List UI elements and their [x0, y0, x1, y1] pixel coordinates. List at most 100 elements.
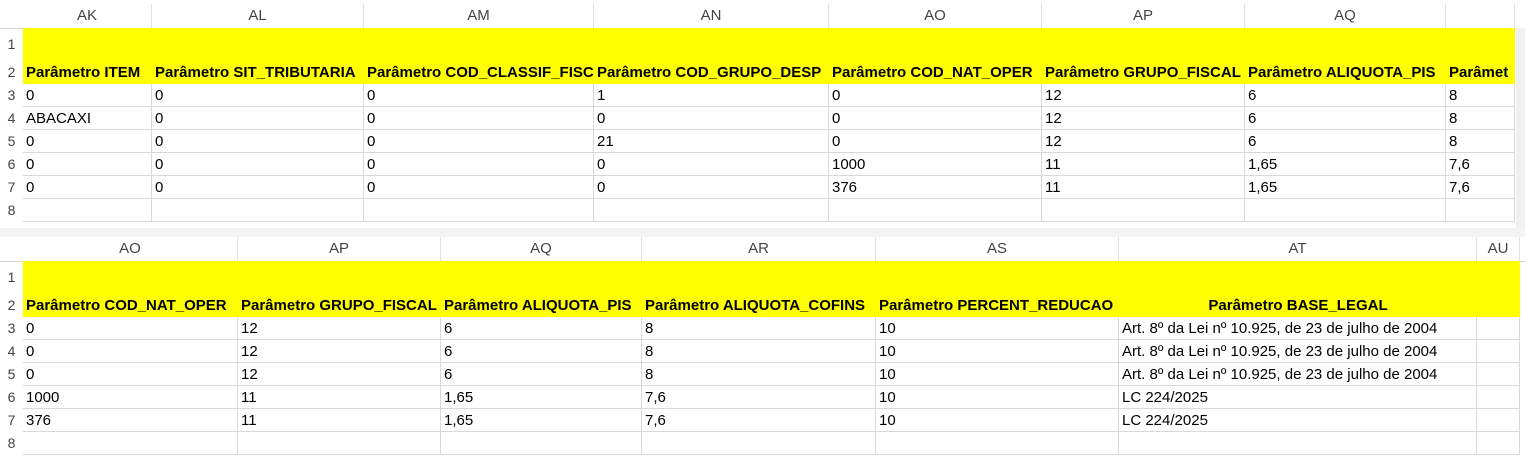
table-cell[interactable]: 12 [238, 317, 441, 340]
row-number-8[interactable]: 8 [0, 432, 23, 455]
table-cell[interactable] [23, 432, 238, 455]
table-cell[interactable]: 6 [1245, 130, 1446, 153]
table-cell[interactable] [1477, 340, 1520, 363]
row-number-6[interactable]: 6 [0, 386, 23, 409]
table-cell[interactable]: 0 [594, 107, 829, 130]
table-cell[interactable]: 12 [1042, 84, 1245, 107]
row-number-1[interactable]: 1 [0, 28, 23, 61]
header-cell[interactable]: Parâmetro ALIQUOTA_COFINS [642, 294, 876, 317]
table-cell[interactable] [441, 432, 642, 455]
table-cell[interactable] [594, 28, 829, 51]
table-cell[interactable] [876, 261, 1119, 284]
table-cell[interactable]: 0 [23, 84, 152, 107]
table-cell[interactable]: 6 [441, 317, 642, 340]
table-cell[interactable]: 0 [364, 176, 594, 199]
header-cell[interactable] [1477, 294, 1520, 317]
table-cell[interactable]: 0 [594, 176, 829, 199]
table-cell[interactable] [1042, 199, 1245, 222]
table-cell[interactable] [1446, 199, 1515, 222]
header-cell[interactable]: Parâmetro SIT_TRIBUTARIA [152, 61, 364, 84]
table-cell[interactable]: 0 [23, 317, 238, 340]
table-cell[interactable] [364, 199, 594, 222]
table-cell[interactable]: 0 [364, 130, 594, 153]
table-cell[interactable]: LC 224/2025 [1119, 409, 1477, 432]
row-number-2[interactable]: 2 [0, 294, 23, 317]
table-cell[interactable] [1245, 28, 1446, 51]
header-cell[interactable]: Parâmetro COD_CLASSIF_FISC [364, 61, 594, 84]
column-header-au[interactable]: AU [1477, 237, 1520, 261]
table-cell[interactable]: LC 224/2025 [1119, 386, 1477, 409]
table-cell[interactable]: 7,6 [642, 386, 876, 409]
table-cell[interactable] [829, 199, 1042, 222]
table-cell[interactable]: 7,6 [1446, 153, 1515, 176]
table-cell[interactable]: 0 [152, 107, 364, 130]
table-cell[interactable]: 0 [829, 107, 1042, 130]
table-cell[interactable] [594, 199, 829, 222]
table-cell[interactable] [829, 28, 1042, 51]
header-cell[interactable]: Parâmetro ALIQUOTA_PIS [1245, 61, 1446, 84]
table-cell[interactable]: 1,65 [1245, 153, 1446, 176]
row-number-4[interactable]: 4 [0, 107, 23, 130]
table-cell[interactable]: 12 [238, 340, 441, 363]
table-cell[interactable]: 12 [1042, 107, 1245, 130]
table-cell[interactable] [364, 28, 594, 51]
table-cell[interactable]: 1,65 [441, 386, 642, 409]
table-cell[interactable]: 12 [238, 363, 441, 386]
table-cell[interactable]: 1,65 [1245, 176, 1446, 199]
table-cell[interactable] [876, 432, 1119, 455]
table-cell[interactable]: 6 [441, 340, 642, 363]
table-cell[interactable]: 11 [238, 386, 441, 409]
table-cell[interactable]: 0 [23, 130, 152, 153]
column-header-at[interactable]: AT [1119, 237, 1477, 261]
header-cell[interactable]: Parâmetro BASE_LEGAL [1119, 294, 1477, 317]
table-cell[interactable]: ABACAXI [23, 107, 152, 130]
table-cell[interactable]: 11 [1042, 176, 1245, 199]
row-number-7[interactable]: 7 [0, 176, 23, 199]
table-cell[interactable] [1477, 409, 1520, 432]
table-cell[interactable] [642, 261, 876, 284]
table-cell[interactable]: 11 [1042, 153, 1245, 176]
table-cell[interactable]: 376 [23, 409, 238, 432]
table-cell[interactable]: 8 [642, 317, 876, 340]
table-cell[interactable]: Art. 8º da Lei nº 10.925, de 23 de julho… [1119, 340, 1477, 363]
table-cell[interactable]: 0 [364, 84, 594, 107]
row-number-5[interactable]: 5 [0, 363, 23, 386]
table-cell[interactable] [238, 432, 441, 455]
table-cell[interactable]: 0 [23, 176, 152, 199]
table-cell[interactable]: 0 [829, 84, 1042, 107]
table-cell[interactable] [1477, 317, 1520, 340]
table-cell[interactable]: 6 [1245, 84, 1446, 107]
table-cell[interactable] [441, 261, 642, 284]
table-cell[interactable]: 10 [876, 386, 1119, 409]
column-header-ao[interactable]: AO [829, 4, 1042, 28]
table-cell[interactable] [152, 28, 364, 51]
header-cell[interactable]: Parâmetro ITEM [23, 61, 152, 84]
column-header-as[interactable]: AS [876, 237, 1119, 261]
column-header-next[interactable] [1446, 4, 1515, 28]
row-number-3[interactable]: 3 [0, 317, 23, 340]
row-number-1[interactable]: 1 [0, 261, 23, 294]
column-header-al[interactable]: AL [152, 4, 364, 28]
table-cell[interactable]: Art. 8º da Lei nº 10.925, de 23 de julho… [1119, 363, 1477, 386]
table-cell[interactable]: 0 [152, 130, 364, 153]
column-header-ak[interactable]: AK [23, 4, 152, 28]
table-cell[interactable]: 0 [364, 107, 594, 130]
table-cell[interactable]: 0 [594, 153, 829, 176]
table-cell[interactable] [1477, 432, 1520, 455]
table-cell[interactable]: 8 [642, 340, 876, 363]
table-cell[interactable]: 8 [1446, 84, 1515, 107]
header-cell[interactable]: Parâmetro COD_NAT_OPER [23, 294, 238, 317]
row-number-7[interactable]: 7 [0, 409, 23, 432]
table-cell[interactable] [1477, 386, 1520, 409]
table-cell[interactable] [23, 199, 152, 222]
column-header-aq[interactable]: AQ [441, 237, 642, 261]
table-cell[interactable]: 0 [23, 363, 238, 386]
table-cell[interactable]: 0 [152, 84, 364, 107]
header-cell[interactable]: Parâmetro GRUPO_FISCAL [1042, 61, 1245, 84]
table-cell[interactable]: 0 [364, 153, 594, 176]
row-number-5[interactable]: 5 [0, 130, 23, 153]
table-cell[interactable]: 0 [23, 340, 238, 363]
table-cell[interactable] [1446, 28, 1515, 51]
column-header-an[interactable]: AN [594, 4, 829, 28]
table-cell[interactable]: 1000 [23, 386, 238, 409]
